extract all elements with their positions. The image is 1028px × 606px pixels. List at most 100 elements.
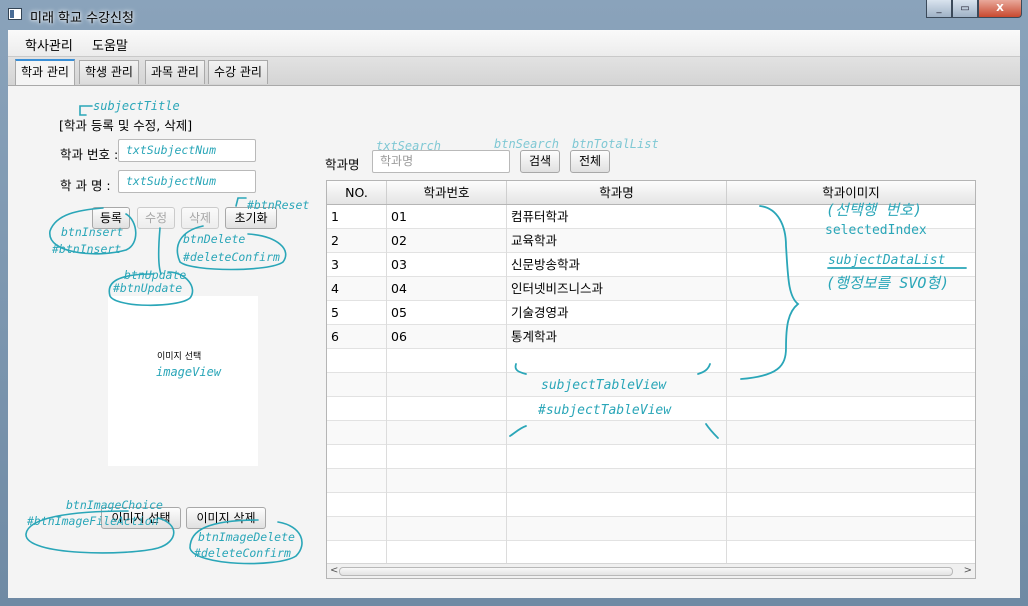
search-input[interactable]: 학과명 — [372, 150, 510, 173]
table-cell-num: 06 — [387, 325, 507, 349]
table-cell-name — [507, 493, 727, 517]
window-title: 미래 학교 수강신청 — [30, 11, 134, 26]
table-cell-name — [507, 421, 727, 445]
anno-btn-image-choice: btnImageChoice — [66, 498, 163, 512]
table-row[interactable] — [327, 469, 975, 493]
table-cell-name: 통계학과 — [507, 325, 727, 349]
table-row[interactable] — [327, 349, 975, 373]
table-cell-image — [727, 421, 975, 445]
table-cell-no: 3 — [327, 253, 387, 277]
anno-btn-search: btnSearch — [494, 137, 560, 151]
anno-image-delete-confirm: #deleteConfirm — [194, 546, 291, 560]
maximize-button[interactable]: ▭ — [952, 0, 978, 18]
window-controls: _ ▭ X — [926, 0, 1022, 20]
table-cell-image — [727, 469, 975, 493]
column-header-no[interactable]: NO. — [327, 181, 387, 204]
anno-btn-delete: btnDelete — [183, 232, 246, 246]
table-row[interactable] — [327, 421, 975, 445]
table-cell-image — [727, 517, 975, 541]
tab-enrollment[interactable]: 수강 관리 — [208, 60, 268, 84]
table-cell-no — [327, 349, 387, 373]
tab-department[interactable]: 학과 관리 — [15, 59, 75, 85]
tab-course[interactable]: 과목 관리 — [145, 60, 205, 84]
table-cell-image — [727, 349, 975, 373]
subject-name-field[interactable]: txtSubjectNum — [118, 170, 256, 193]
scroll-thumb[interactable] — [339, 567, 953, 576]
table-cell-num — [387, 373, 507, 397]
column-header-num[interactable]: 학과번호 — [387, 181, 507, 204]
anno-data-list-note: (행정보를 SVO형) — [826, 274, 950, 292]
minimize-button[interactable]: _ — [926, 0, 952, 18]
table-cell-image — [727, 301, 975, 325]
table-cell-num — [387, 541, 507, 565]
menu-academic[interactable]: 학사관리 — [25, 35, 73, 54]
table-row[interactable] — [327, 493, 975, 517]
table-cell-no — [327, 421, 387, 445]
column-header-name[interactable]: 학과명 — [507, 181, 727, 204]
anno-table-view-id: #subjectTableView — [538, 403, 672, 418]
table-cell-num: 05 — [387, 301, 507, 325]
scroll-right-icon[interactable]: > — [964, 565, 972, 576]
anno-btn-image-delete: btnImageDelete — [198, 530, 295, 544]
search-label: 학과명 — [325, 157, 360, 172]
table-row[interactable] — [327, 445, 975, 469]
table-cell-num — [387, 469, 507, 493]
table-cell-no: 6 — [327, 325, 387, 349]
image-placeholder-text: 이미지 선택 — [157, 352, 202, 362]
image-delete-button[interactable]: 이미지 삭제 — [186, 507, 266, 529]
table-cell-num — [387, 397, 507, 421]
table-cell-image — [727, 373, 975, 397]
table-cell-name: 기술경영과 — [507, 301, 727, 325]
table-cell-no — [327, 445, 387, 469]
table-cell-name: 신문방송학과 — [507, 253, 727, 277]
table-cell-name — [507, 517, 727, 541]
anno-btn-total-list: btnTotalList — [572, 137, 659, 151]
table-cell-image — [727, 445, 975, 469]
table-cell-num — [387, 349, 507, 373]
app-icon — [8, 8, 22, 20]
table-cell-num: 04 — [387, 277, 507, 301]
subject-name-label: 학 과 명 : — [60, 178, 111, 193]
table-cell-no — [327, 517, 387, 541]
table-cell-no: 5 — [327, 301, 387, 325]
table-cell-no — [327, 397, 387, 421]
table-row[interactable]: 5 05 기술경영과 — [327, 301, 975, 325]
anno-selected-index: selectedIndex — [825, 223, 927, 238]
table-cell-image — [727, 325, 975, 349]
title-bar[interactable]: 미래 학교 수강신청 _ ▭ X — [0, 0, 1028, 28]
menu-help[interactable]: 도움말 — [92, 35, 128, 54]
table-row[interactable] — [327, 517, 975, 541]
table-cell-no — [327, 493, 387, 517]
table-cell-image — [727, 541, 975, 565]
tab-student[interactable]: 학생 관리 — [79, 60, 139, 84]
department-panel: [학과 등록 및 수정, 삭제] 학과 번호 : txtSubjectNum 학… — [8, 86, 1020, 598]
anno-btn-update-action: #btnUpdate — [113, 281, 183, 295]
table-cell-num: 03 — [387, 253, 507, 277]
subject-num-label: 학과 번호 : — [60, 147, 119, 162]
anno-selected-row: (선택행 번호) — [826, 201, 923, 219]
close-button[interactable]: X — [978, 0, 1022, 18]
anno-txt-search: txtSearch — [376, 139, 442, 153]
horizontal-scrollbar[interactable]: < > — [327, 563, 975, 578]
subject-num-field[interactable]: txtSubjectNum — [118, 139, 256, 162]
anno-delete-confirm: #deleteConfirm — [183, 250, 280, 264]
tab-bar: 학과 관리 학생 관리 과목 관리 수강 관리 — [8, 57, 1020, 86]
table-cell-name: 교육학과 — [507, 229, 727, 253]
anno-image-file-action: #btnImageFileAction — [27, 514, 159, 528]
table-row[interactable] — [327, 541, 975, 565]
update-button[interactable]: 수정 — [137, 207, 175, 229]
table-cell-name: 컴퓨터학과 — [507, 205, 727, 229]
form-title: [학과 등록 및 수정, 삭제] — [59, 118, 193, 133]
table-cell-no: 1 — [327, 205, 387, 229]
scroll-left-icon[interactable]: < — [330, 565, 338, 576]
total-list-button[interactable]: 전체 — [570, 150, 610, 173]
search-button[interactable]: 검색 — [520, 150, 560, 173]
table-cell-name — [507, 349, 727, 373]
menu-bar: 학사관리 도움말 — [8, 30, 1020, 57]
delete-button[interactable]: 삭제 — [181, 207, 219, 229]
client-area: 학사관리 도움말 학과 관리 학생 관리 과목 관리 수강 관리 [학과 등록 … — [8, 30, 1020, 598]
image-view: 이미지 선택 — [108, 296, 258, 466]
table-row[interactable]: 6 06 통계학과 — [327, 325, 975, 349]
table-cell-num: 01 — [387, 205, 507, 229]
anno-table-view: subjectTableView — [541, 378, 667, 393]
